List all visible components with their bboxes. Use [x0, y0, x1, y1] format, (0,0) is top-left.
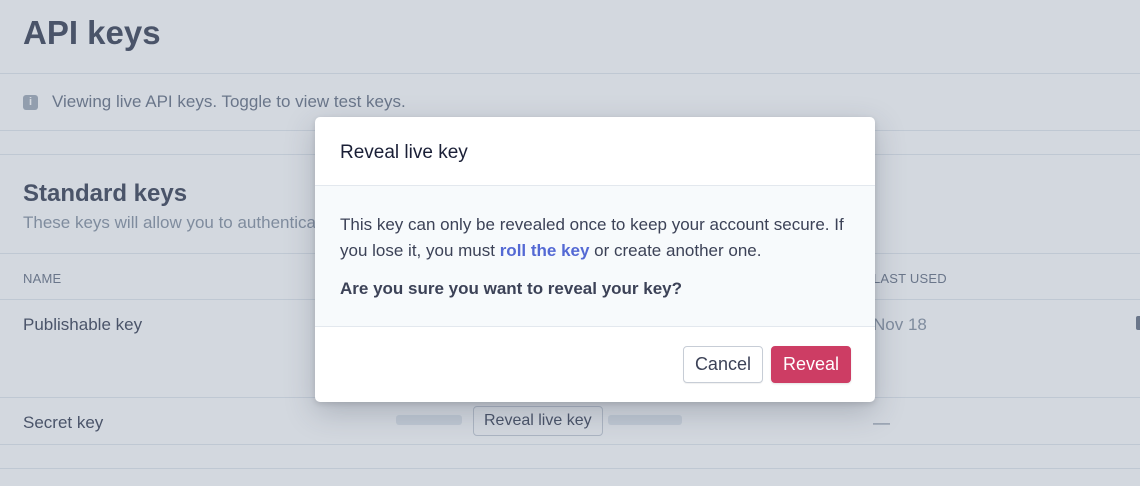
dialog-body: This key can only be revealed once to ke…: [315, 186, 875, 327]
roll-key-link[interactable]: roll the key: [500, 241, 590, 260]
dialog-message: This key can only be revealed once to ke…: [340, 212, 850, 264]
reveal-key-dialog: Reveal live key This key can only be rev…: [315, 117, 875, 402]
dialog-question: Are you sure you want to reveal your key…: [340, 279, 683, 298]
reveal-button[interactable]: Reveal: [770, 346, 851, 383]
dialog-footer: Cancel Reveal: [315, 327, 875, 402]
dialog-title: Reveal live key: [315, 117, 875, 186]
dialog-message-end: or create another one.: [589, 241, 762, 260]
cancel-button[interactable]: Cancel: [682, 346, 763, 383]
